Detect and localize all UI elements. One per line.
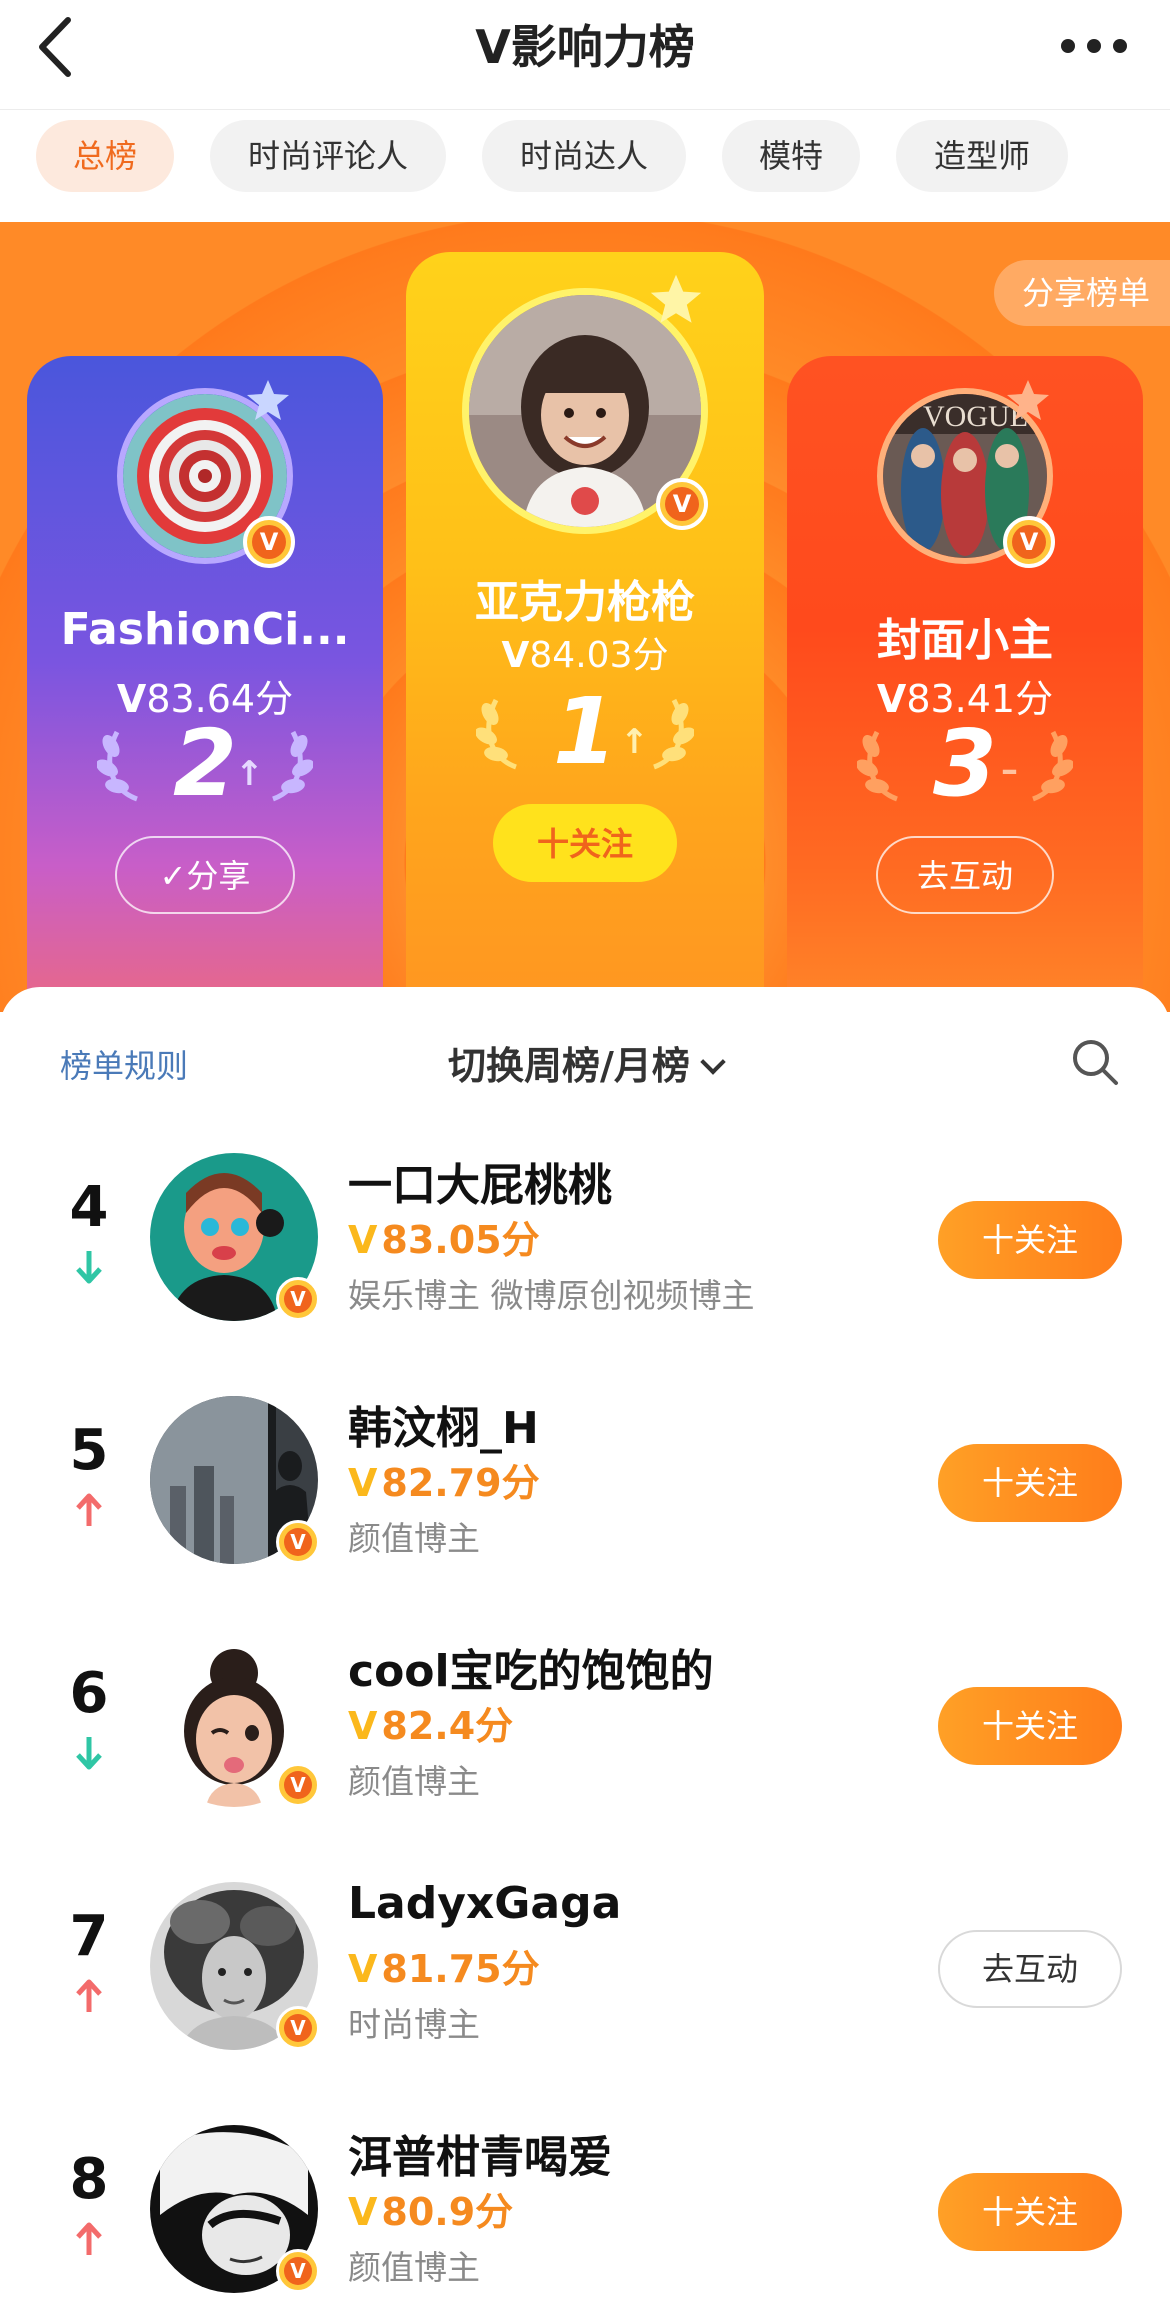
verified-badge-icon: V — [276, 2249, 320, 2293]
list-item[interactable]: 7 V LadyxGaga V 81.75分 时尚博主 去互动 — [0, 1838, 1170, 2081]
avatar[interactable]: V — [150, 1639, 320, 1807]
user-tags: 时尚博主 — [348, 2005, 480, 2044]
list-item[interactable]: 8 V 洱普柑青喝爱 V 80.9分 颜值博主 十关注 — [0, 2081, 1170, 2320]
verified-badge-icon: V — [276, 1520, 320, 1564]
user-score-value: 82.79分 — [381, 1461, 540, 1505]
crown-icon — [247, 380, 289, 420]
podium-name: 封面小主 — [877, 615, 1053, 666]
follow-button[interactable]: 十关注 — [493, 804, 677, 882]
user-score-value: 81.75分 — [381, 1947, 540, 1991]
avatar[interactable]: V — [150, 1882, 320, 2050]
more-options-icon[interactable] — [1054, 26, 1134, 66]
user-score: V 81.75分 — [348, 1947, 540, 1991]
check-icon: ✓ — [159, 857, 187, 895]
user-score-value: 80.9分 — [381, 2190, 514, 2234]
user-score: V 80.9分 — [348, 2190, 514, 2234]
crown-icon — [650, 274, 702, 323]
rank-number: 2 — [172, 710, 237, 817]
podium-card-rank-3[interactable]: VOGUE V 封面小主 V83.41分 3 – 去互动 — [787, 356, 1143, 1012]
podium-card-rank-1[interactable]: V 亚克力枪枪 V84.03分 1 ↑ 十关注 — [406, 252, 764, 1012]
rank-number: 8 — [69, 2147, 109, 2212]
user-name[interactable]: 韩汶栩_H — [348, 1392, 539, 1456]
user-score: V 83.05分 — [348, 1218, 540, 1262]
user-tags: 娱乐博主 微博原创视频博主 — [348, 1276, 755, 1315]
user-tags: 颜值博主 — [348, 1762, 480, 1801]
category-tabs: 总榜 时尚评论人 时尚达人 模特 造型师 — [0, 110, 1170, 222]
interact-button[interactable]: 去互动 — [938, 1930, 1122, 2008]
share-button[interactable]: ✓分享 — [115, 836, 295, 914]
tab-model[interactable]: 模特 — [722, 120, 860, 192]
podium-name: 亚克力枪枪 — [475, 577, 695, 628]
nav-bar: V影响力榜 — [0, 0, 1170, 110]
trend-down-icon — [76, 1251, 102, 1284]
podium-card-rank-2[interactable]: V FashionCi... V83.64分 2 ↑ ✓分享 — [27, 356, 383, 1012]
podium-section: 分享榜单 V FashionCi... V83.64分 2 ↑ ✓分享 V 亚克… — [0, 222, 1170, 1012]
rank-number: 1 — [552, 678, 617, 785]
user-name[interactable]: 洱普柑青喝爱 — [348, 2121, 612, 2185]
verified-badge-icon: V — [276, 2006, 320, 2050]
chevron-down-icon — [700, 1049, 726, 1075]
rank-row: 1 ↑ — [406, 682, 764, 782]
period-switch-label: 切换周榜/月榜 — [448, 1044, 690, 1088]
verified-badge-icon: V — [1003, 516, 1055, 568]
podium-score: V84.03分 — [501, 635, 669, 676]
user-name[interactable]: cool宝吃的饱饱的 — [348, 1635, 714, 1699]
share-rank-button[interactable]: 分享榜单 — [993, 260, 1170, 326]
user-score-value: 82.4分 — [381, 1704, 514, 1748]
user-score-value: 83.05分 — [381, 1218, 540, 1262]
list-item[interactable]: 4 V 一口大屁桃桃 V 83.05分 娱乐博主 微博原创视频博主 十关注 — [0, 1109, 1170, 1352]
podium-name: FashionCi... — [60, 604, 350, 655]
verified-badge-icon: V — [276, 1763, 320, 1807]
avatar[interactable]: V — [150, 2125, 320, 2293]
user-tags: 颜值博主 — [348, 2248, 480, 2287]
trend-down-icon — [76, 1737, 102, 1770]
share-button-label: 分享 — [186, 857, 251, 895]
user-score: V 82.4分 — [348, 1704, 514, 1748]
period-switch[interactable]: 切换周榜/月榜 — [0, 1035, 1170, 1090]
user-tags: 颜值博主 — [348, 1519, 480, 1558]
trend-up-icon — [76, 1493, 102, 1526]
verified-badge-icon: V — [243, 516, 295, 568]
rank-row: 3 – — [787, 714, 1143, 814]
follow-button[interactable]: 十关注 — [938, 2173, 1122, 2251]
follow-button[interactable]: 十关注 — [938, 1201, 1122, 1279]
laurel-right-icon — [272, 730, 313, 802]
trend-up-icon — [76, 2222, 102, 2255]
rank-number: 5 — [69, 1418, 109, 1483]
follow-button[interactable]: 十关注 — [938, 1687, 1122, 1765]
verified-badge-icon: V — [656, 478, 708, 530]
page-title: V影响力榜 — [475, 20, 695, 74]
trend-same-icon: – — [1001, 750, 1018, 790]
list-item[interactable]: 5 V 韩汶栩_H V 82.79分 颜值博主 十关注 — [0, 1352, 1170, 1595]
interact-button[interactable]: 去互动 — [876, 836, 1054, 914]
rank-row: 2 ↑ — [27, 714, 383, 814]
crown-icon — [1007, 380, 1049, 420]
ranking-list-panel: 榜单规则 切换周榜/月榜 4 V 一口大屁桃桃 V 83.05分 娱乐博主 微博原… — [0, 987, 1170, 2320]
rank-number: 7 — [69, 1904, 109, 1969]
search-icon[interactable] — [1068, 1035, 1122, 1089]
user-name[interactable]: 一口大屁桃桃 — [348, 1149, 612, 1213]
rank-number: 3 — [932, 710, 997, 817]
verified-badge-icon: V — [276, 1277, 320, 1321]
user-name[interactable]: LadyxGaga — [348, 1878, 621, 1929]
tab-stylist[interactable]: 造型师 — [896, 120, 1068, 192]
list-item[interactable]: 6 V cool宝吃的饱饱的 V 82.4分 颜值博主 十关注 — [0, 1595, 1170, 1838]
rank-number: 6 — [69, 1661, 109, 1726]
rank-number: 4 — [69, 1175, 109, 1240]
tab-overall[interactable]: 总榜 — [36, 120, 174, 192]
tab-fashion-critic[interactable]: 时尚评论人 — [210, 120, 446, 192]
user-score: V 82.79分 — [348, 1461, 540, 1505]
trend-up-icon: ↑ — [235, 754, 264, 794]
avatar[interactable]: V — [150, 1153, 320, 1321]
laurel-right-icon — [1032, 730, 1073, 802]
follow-button[interactable]: 十关注 — [938, 1444, 1122, 1522]
podium-score-value: 84.03分 — [529, 635, 669, 676]
tab-fashion-expert[interactable]: 时尚达人 — [482, 120, 686, 192]
avatar[interactable]: V — [150, 1396, 320, 1564]
trend-up-icon — [76, 1979, 102, 2012]
laurel-right-icon — [653, 698, 694, 770]
